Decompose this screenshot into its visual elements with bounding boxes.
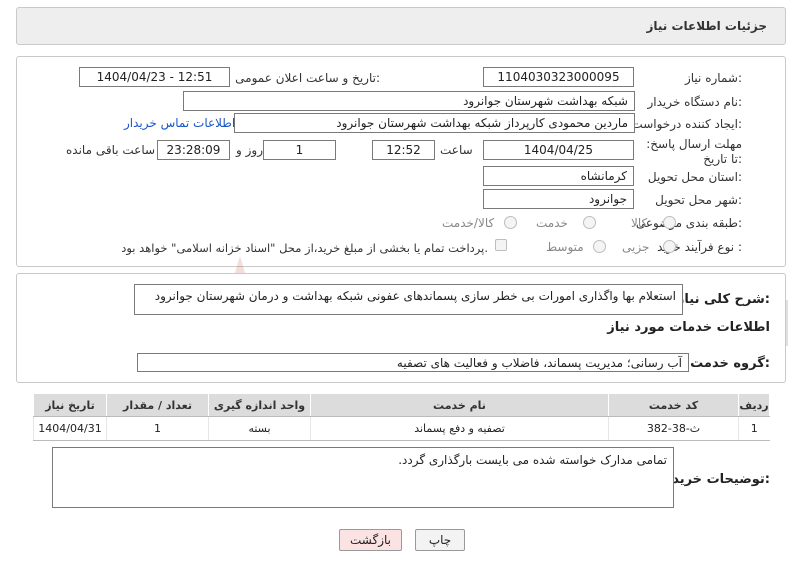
treasury-payment-checkbox[interactable] <box>495 239 507 251</box>
summary-label: شرح کلی نیاز: <box>676 292 770 307</box>
remaining-time-field[interactable]: 23:28:09 <box>157 140 230 160</box>
announce-datetime-field[interactable]: 1404/04/23 - 12:51 <box>79 67 230 87</box>
category-option-goods: کالا <box>631 216 648 230</box>
treasury-payment-note: پرداخت تمام یا بخشی از مبلغ خرید،از محل … <box>121 241 488 255</box>
back-button[interactable]: بازگشت <box>339 529 402 551</box>
process-radio-minor[interactable] <box>663 240 676 253</box>
cell-qty: 1 <box>106 416 209 441</box>
cell-unit: بسته <box>208 416 311 441</box>
cell-row: 1 <box>738 416 770 441</box>
service-group-field[interactable]: آب رسانی؛ مدیریت پسماند، فاضلاب و فعالیت… <box>137 353 689 372</box>
category-label: طبقه بندی موضوعی: <box>635 216 742 230</box>
deadline-label: مهلت ارسال پاسخ: تا تاریخ: <box>646 137 742 166</box>
days-field[interactable]: 1 <box>263 140 336 160</box>
category-option-goods-service: کالا/خدمت <box>442 216 495 230</box>
process-option-minor: جزیی <box>622 240 650 254</box>
col-name: نام خدمت <box>310 393 609 417</box>
col-date: تاریخ نیاز <box>33 393 107 417</box>
print-button[interactable]: چاپ <box>415 529 465 551</box>
col-code: کد خدمت <box>608 393 739 417</box>
buyer-notes-label: توضیحات خریدار: <box>660 472 770 487</box>
summary-textarea[interactable]: استعلام بها واگذاری امورات بی خطر سازی پ… <box>134 284 683 315</box>
cell-date: 1404/04/31 <box>33 416 107 441</box>
col-row: ردیف <box>738 393 770 417</box>
city-label: شهر محل تحویل: <box>655 193 742 207</box>
deadline-time-label: ساعت <box>440 143 473 157</box>
service-group-label: گروه خدمت: <box>690 356 770 371</box>
table-header-row: ردیف کد خدمت نام خدمت واحد اندازه گیری ت… <box>33 393 770 417</box>
col-qty: تعداد / مقدار <box>106 393 209 417</box>
table-row[interactable]: 1 ث-38-382 تصفیه و دفع پسماند بسته 1 140… <box>33 416 770 441</box>
services-table: ردیف کد خدمت نام خدمت واحد اندازه گیری ت… <box>33 393 770 441</box>
process-option-medium: متوسط <box>546 240 584 254</box>
col-unit: واحد اندازه گیری <box>208 393 311 417</box>
deadline-time-field[interactable]: 12:52 <box>372 140 435 160</box>
category-radio-goods-service[interactable] <box>504 216 517 229</box>
buyer-org-label: نام دستگاه خریدار: <box>647 95 743 109</box>
city-field[interactable]: جوانرود <box>483 189 634 209</box>
province-label: استان محل تحویل: <box>647 170 742 184</box>
buyer-notes-textarea[interactable]: تمامی مدارک خواسته شده می بایست بارگذاری… <box>52 447 674 508</box>
category-option-service: خدمت <box>536 216 568 230</box>
remaining-label: ساعت باقی مانده <box>66 143 156 157</box>
category-radio-service[interactable] <box>583 216 596 229</box>
creator-field[interactable]: ماردین محمودی کارپرداز شبکه بهداشت شهرست… <box>234 113 635 133</box>
days-label: روز و <box>236 143 263 157</box>
page-header: جزئیات اطلاعات نیاز <box>16 7 786 45</box>
creator-label: ایجاد کننده درخواست: <box>631 117 742 131</box>
category-radio-goods[interactable] <box>663 216 676 229</box>
cell-name: تصفیه و دفع پسماند <box>310 416 609 441</box>
cell-code: ث-38-382 <box>608 416 739 441</box>
services-section-title: اطلاعات خدمات مورد نیاز <box>607 320 770 335</box>
page-title: جزئیات اطلاعات نیاز <box>646 19 767 33</box>
buyer-contact-link[interactable]: اطلاعات تماس خریدار <box>124 116 235 130</box>
need-number-label: شماره نیاز: <box>684 71 742 85</box>
process-radio-medium[interactable] <box>593 240 606 253</box>
need-number-field[interactable]: 1104030323000095 <box>483 67 634 87</box>
province-field[interactable]: کرمانشاه <box>483 166 634 186</box>
announce-label: تاریخ و ساعت اعلان عمومی: <box>235 71 380 85</box>
deadline-date-field[interactable]: 1404/04/25 <box>483 140 634 160</box>
buyer-org-field[interactable]: شبکه بهداشت شهرستان جوانرود <box>183 91 635 111</box>
